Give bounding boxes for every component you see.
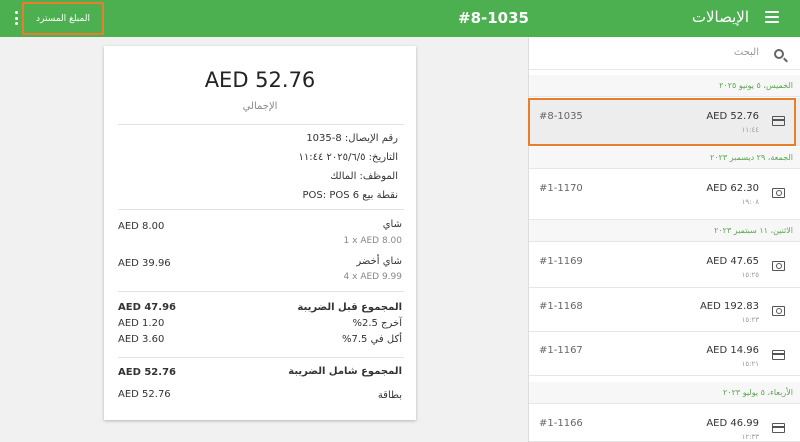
date-header: الجمعة، ٢٩ ديسمبر ٢٠٢٣ — [529, 147, 800, 169]
subtotal-amount: AED 47.96 — [118, 302, 176, 313]
receipt-time: ١٥:٢١ — [741, 360, 759, 368]
line-item-name: شاي — [382, 219, 402, 230]
grand-total-amount: AED 52.76 — [118, 367, 176, 378]
receipt-list-item[interactable]: #1-1167 AED 14.96 ١٥:٢١ — [529, 332, 800, 376]
receipt-number: رقم الإيصال: 8-1035 — [306, 133, 398, 144]
divider — [118, 291, 404, 292]
cash-icon — [772, 188, 785, 198]
receipt-amount: AED 192.83 — [699, 301, 759, 312]
receipt-amount: AED 52.76 — [706, 111, 759, 122]
receipt-list-item[interactable]: #8-1035 AED 52.76 ١١:٤٤ — [529, 98, 800, 146]
receipt-employee: الموظف: المالك — [330, 171, 398, 182]
line-item-detail: 4 x AED 9.99 — [343, 272, 402, 282]
page-title: الإيصالات — [691, 8, 749, 26]
divider — [118, 357, 404, 358]
receipt-amount: AED 62.30 — [706, 183, 759, 194]
receipt-id: #1-1166 — [539, 418, 583, 429]
receipt-total-amount: AED 52.76 — [204, 68, 316, 92]
app-bar: الإيصالات #8-1035 المبلغ المسترد — [0, 0, 800, 37]
receipt-time: ١٩:٠٨ — [741, 198, 759, 206]
subtotal-label: المجموع قبل الضريبة — [297, 302, 402, 313]
receipt-id: #1-1170 — [539, 183, 583, 194]
search-icon[interactable] — [774, 49, 784, 59]
divider — [118, 124, 404, 125]
menu-icon[interactable] — [765, 11, 779, 23]
line-item-amount: AED 39.96 — [118, 258, 171, 269]
receipt-id: #1-1169 — [539, 256, 583, 267]
date-header: الاثنين، ١١ سبتمبر ٢٠٢٣ — [529, 220, 800, 242]
receipt-id: #1-1168 — [539, 301, 583, 312]
receipt-id: #1-1167 — [539, 345, 583, 356]
line-item-amount: AED 8.00 — [118, 221, 165, 232]
payment-method: بطاقة — [377, 390, 402, 401]
receipt-amount: AED 14.96 — [706, 345, 759, 356]
credit-card-icon — [772, 423, 785, 433]
receipt-card: AED 52.76 الإجمالي رقم الإيصال: 8-1035 ا… — [104, 46, 416, 420]
receipt-time: ١٢:٣٣ — [741, 433, 759, 441]
receipt-title: #8-1035 — [458, 9, 529, 27]
line-item-name: شاي أخضر — [356, 256, 402, 267]
receipt-list-item[interactable]: #1-1170 AED 62.30 ١٩:٠٨ — [529, 170, 800, 220]
refund-button[interactable]: المبلغ المسترد — [22, 2, 104, 35]
tax-amount: AED 1.20 — [118, 318, 165, 329]
receipt-time: ١٥:٢٣ — [741, 316, 759, 324]
tax-label: آخرج 2.5% — [352, 318, 402, 329]
date-header: الأربعاء، ٥ يوليو ٢٠٢٣ — [529, 382, 800, 404]
receipts-list: الخميس، ٥ يونيو ٢٠٢٥ #8-1035 AED 52.76 ١… — [528, 37, 800, 442]
more-options-icon[interactable] — [14, 11, 18, 25]
date-header: الخميس، ٥ يونيو ٢٠٢٥ — [529, 75, 800, 97]
cash-icon — [772, 306, 785, 316]
receipt-time: ١١:٤٤ — [741, 126, 759, 134]
receipt-time: ١٥:٢٥ — [741, 271, 759, 279]
line-item-detail: 1 x AED 8.00 — [343, 236, 402, 246]
divider — [118, 209, 404, 210]
receipt-amount: AED 47.65 — [706, 256, 759, 267]
receipt-amount: AED 46.99 — [706, 418, 759, 429]
receipt-total-label: الإجمالي — [242, 101, 278, 112]
receipt-list-item[interactable]: #1-1166 AED 46.99 ١٢:٣٣ — [529, 405, 800, 442]
receipt-list-item[interactable]: #1-1168 AED 192.83 ١٥:٢٣ — [529, 288, 800, 332]
credit-card-icon — [772, 116, 785, 126]
grand-total-label: المجموع شامل الضريبة — [288, 366, 402, 377]
receipt-date: التاريخ: ٢٠٢٥/٦/٥ ١١:٤٤ — [298, 152, 398, 163]
search-input[interactable] — [569, 47, 759, 58]
credit-card-icon — [772, 350, 785, 360]
tax-amount: AED 3.60 — [118, 334, 165, 345]
cash-icon — [772, 261, 785, 271]
search-bar — [529, 37, 800, 70]
receipt-pos: نقطة بيع POS: POS 6 — [302, 190, 398, 201]
tax-label: أكل في 7.5% — [341, 334, 402, 345]
receipt-list-item[interactable]: #1-1169 AED 47.65 ١٥:٢٥ — [529, 243, 800, 288]
payment-amount: AED 52.76 — [118, 389, 171, 400]
receipt-id: #8-1035 — [539, 111, 583, 122]
